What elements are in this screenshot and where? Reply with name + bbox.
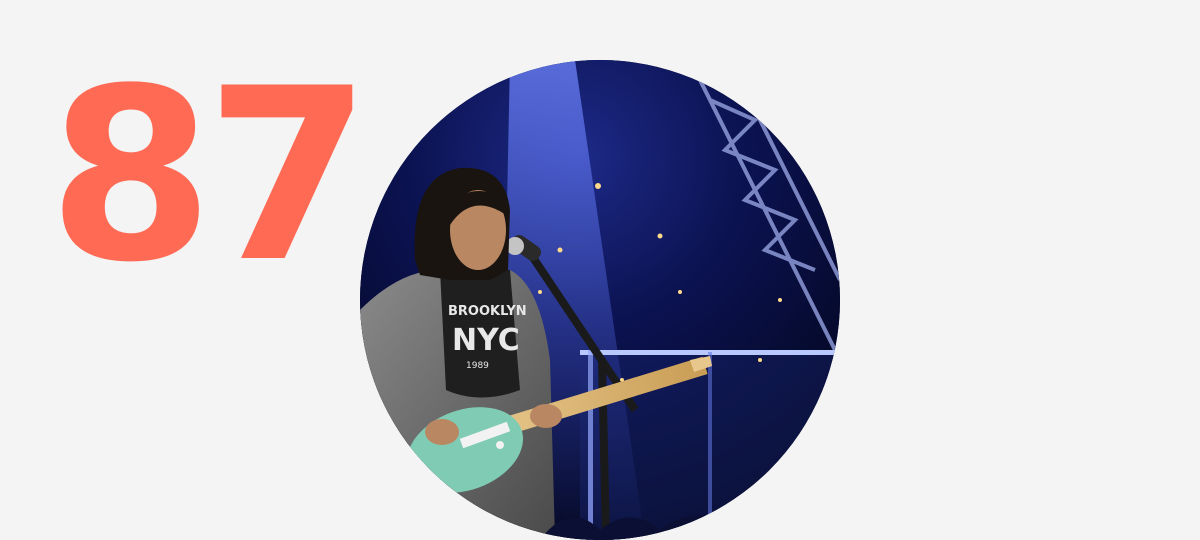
shirt-text-line3: 1989 <box>466 361 489 371</box>
page-canvas: 87 BROOKLYN NYC 1989 <box>0 0 1200 540</box>
shirt-text-line2: NYC <box>452 323 520 358</box>
shirt-text-line1: BROOKLYN <box>448 304 527 319</box>
artist-hand-right <box>530 404 562 428</box>
artist-hand-left <box>425 419 459 445</box>
artist-photo: BROOKLYN NYC 1989 <box>360 60 840 540</box>
stage-railing <box>580 350 840 540</box>
rank-number: 87 <box>48 38 371 315</box>
artist-photo-illustration: BROOKLYN NYC 1989 <box>360 60 840 540</box>
